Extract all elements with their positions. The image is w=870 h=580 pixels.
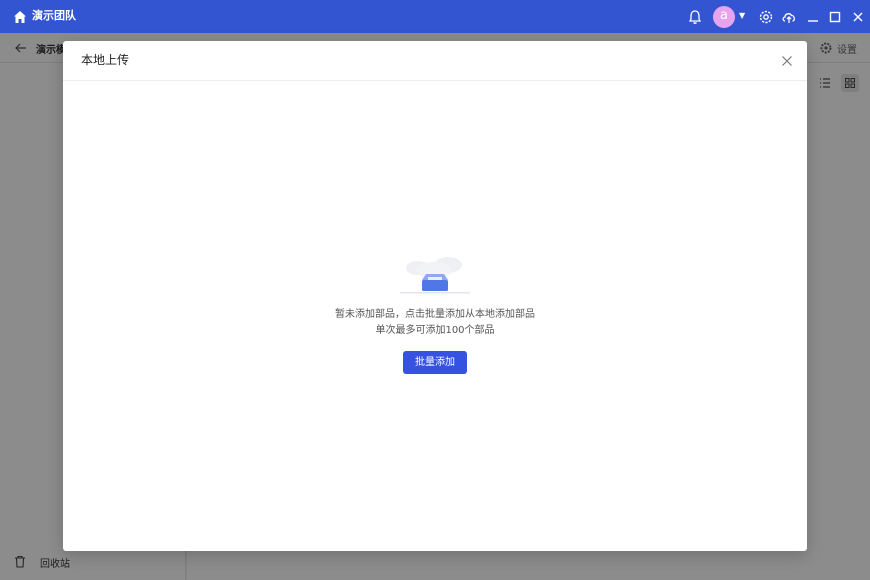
bell-icon[interactable]: [686, 8, 704, 26]
home-icon[interactable]: [12, 9, 28, 25]
team-name[interactable]: 演示团队: [32, 9, 76, 23]
upload-limit-text: 单次最多可添加100个部品: [375, 325, 495, 336]
gear-icon[interactable]: [757, 8, 775, 26]
chevron-down-icon[interactable]: ▼: [739, 11, 745, 20]
dialog-title: 本地上传: [81, 53, 130, 67]
avatar[interactable]: a: [713, 6, 735, 28]
empty-box-icon: [400, 257, 470, 294]
close-icon[interactable]: [779, 53, 795, 69]
maximize-icon[interactable]: [826, 8, 844, 26]
close-window-icon[interactable]: [849, 8, 867, 26]
local-upload-dialog: 本地上传 暂未添加部品，点击批量添加从本地添加部品 单次最多可添加100个部品 …: [63, 41, 807, 551]
empty-hint-text: 暂未添加部品，点击批量添加从本地添加部品: [335, 309, 535, 320]
dialog-header: 本地上传: [63, 41, 807, 81]
batch-add-button[interactable]: 批量添加: [403, 351, 467, 374]
minimize-icon[interactable]: [804, 8, 822, 26]
cloud-upload-icon[interactable]: [780, 8, 798, 26]
title-bar: 演示团队 a ▼: [0, 0, 870, 33]
